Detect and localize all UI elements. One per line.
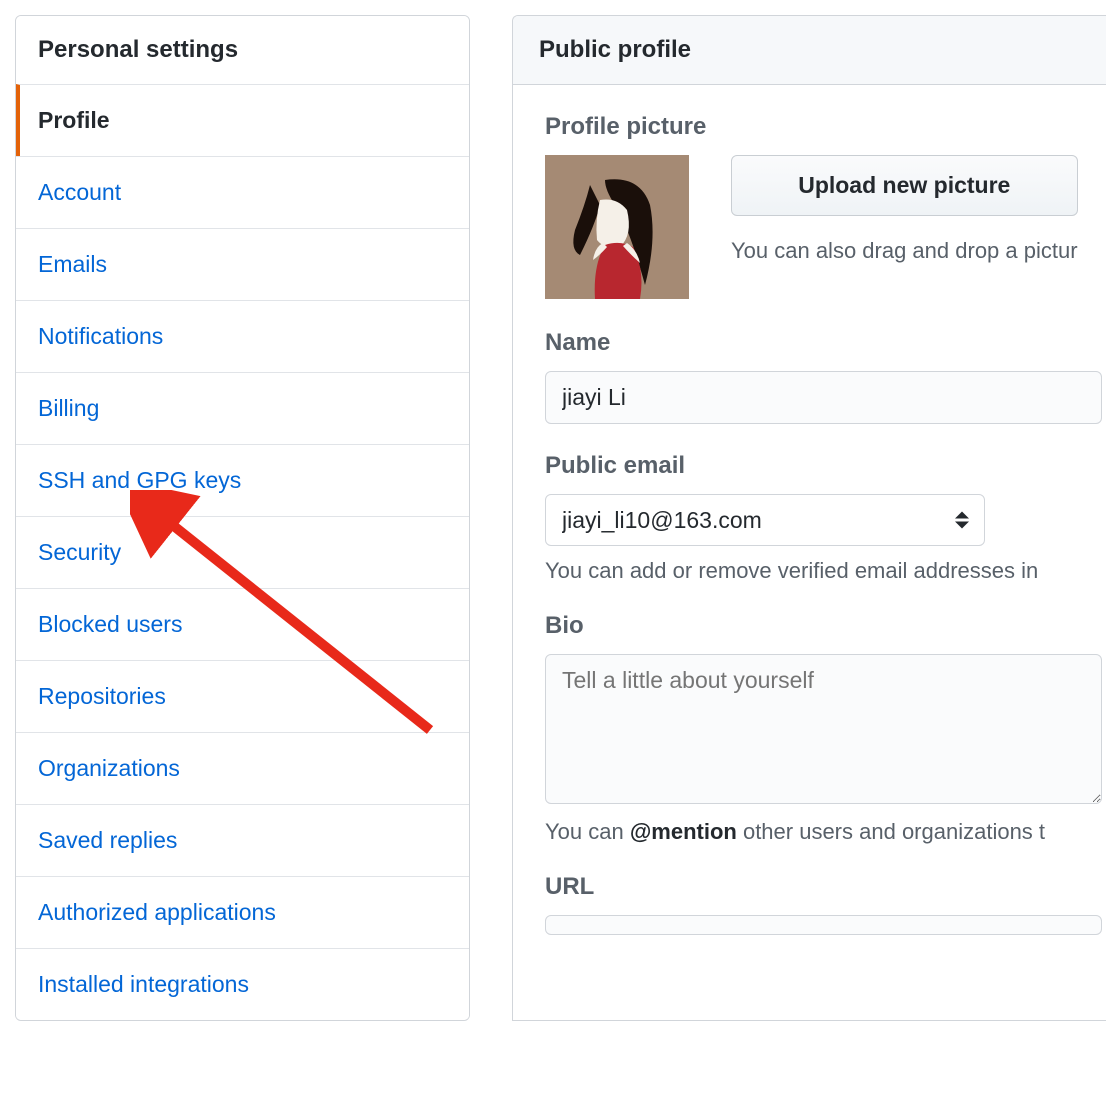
sidebar-item-ssh-gpg-keys[interactable]: SSH and GPG keys: [16, 444, 469, 516]
sidebar-item-profile[interactable]: Profile: [16, 84, 469, 156]
main-panel: Public profile Profile picture: [512, 15, 1106, 1021]
sidebar-item-emails[interactable]: Emails: [16, 228, 469, 300]
bio-textarea[interactable]: [545, 654, 1102, 804]
bio-label: Bio: [545, 612, 1102, 640]
name-input[interactable]: [545, 371, 1102, 424]
public-email-select[interactable]: jiayi_li10@163.com: [545, 494, 985, 546]
settings-sidebar: Personal settings Profile Account Emails…: [15, 15, 470, 1021]
sidebar-item-account[interactable]: Account: [16, 156, 469, 228]
avatar[interactable]: [545, 155, 689, 299]
url-input[interactable]: [545, 915, 1102, 935]
sidebar-item-organizations[interactable]: Organizations: [16, 732, 469, 804]
bio-mention-hint: You can @mention other users and organiz…: [545, 819, 1102, 845]
upload-picture-button[interactable]: Upload new picture: [731, 155, 1078, 216]
avatar-image-icon: [545, 155, 689, 299]
upload-drag-hint: You can also drag and drop a pictur: [731, 238, 1078, 264]
url-label: URL: [545, 873, 1102, 901]
bio-section: Bio You can @mention other users and org…: [545, 612, 1102, 845]
public-email-hint: You can add or remove verified email add…: [545, 558, 1102, 584]
sidebar-item-notifications[interactable]: Notifications: [16, 300, 469, 372]
main-header: Public profile: [513, 16, 1106, 85]
name-label: Name: [545, 329, 1102, 357]
profile-picture-label: Profile picture: [545, 113, 1102, 141]
sidebar-item-installed-integrations[interactable]: Installed integrations: [16, 948, 469, 1020]
url-section: URL: [545, 873, 1102, 936]
sidebar-item-billing[interactable]: Billing: [16, 372, 469, 444]
sidebar-item-blocked-users[interactable]: Blocked users: [16, 588, 469, 660]
name-section: Name: [545, 329, 1102, 424]
profile-picture-section: Profile picture Upload new picture: [545, 113, 1102, 299]
public-email-label: Public email: [545, 452, 1102, 480]
public-email-section: Public email jiayi_li10@163.com You can …: [545, 452, 1102, 584]
sidebar-item-repositories[interactable]: Repositories: [16, 660, 469, 732]
sidebar-header: Personal settings: [16, 16, 469, 84]
sidebar-item-authorized-applications[interactable]: Authorized applications: [16, 876, 469, 948]
sidebar-item-security[interactable]: Security: [16, 516, 469, 588]
sidebar-item-saved-replies[interactable]: Saved replies: [16, 804, 469, 876]
